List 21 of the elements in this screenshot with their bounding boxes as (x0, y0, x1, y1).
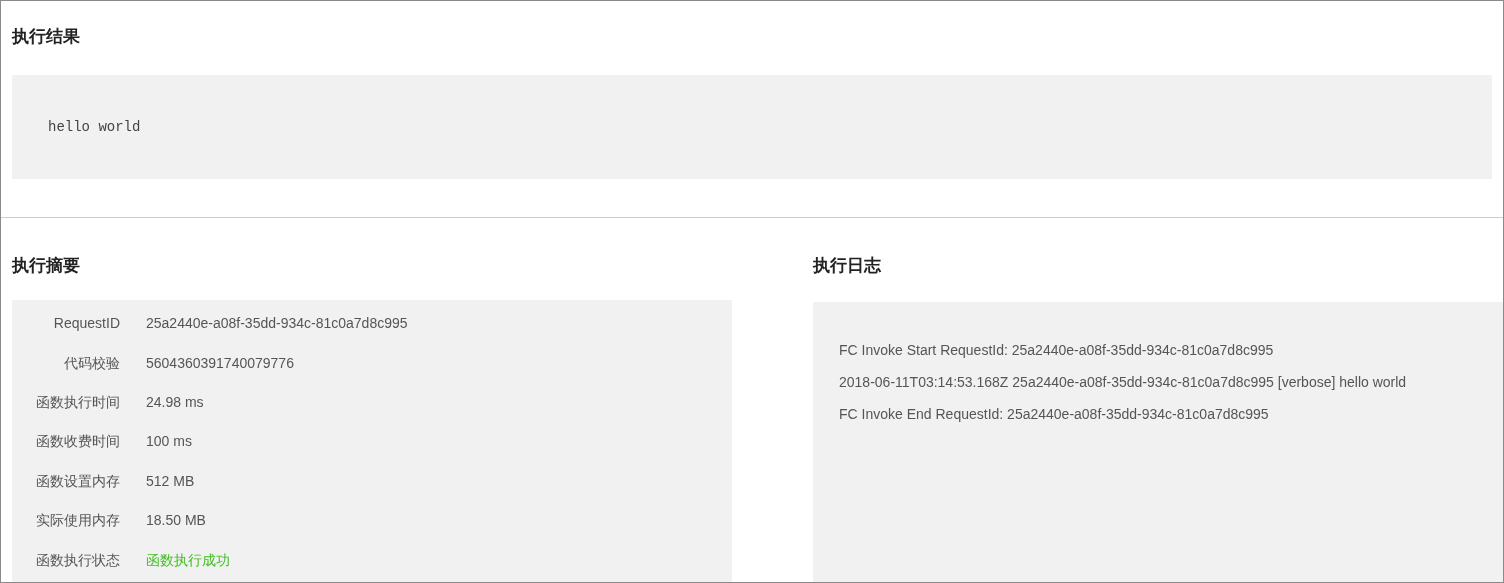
field-value: 512 MB (146, 471, 195, 491)
section-title: 执行结果 (12, 26, 81, 48)
field-value: 100 ms (146, 432, 192, 452)
field-value: 18.50 MB (146, 511, 206, 531)
log-line: FC Invoke End RequestId: 25a2440e-a08f-35dd-934c-81c0a7d8c995 (839, 405, 1270, 424)
field-label: 函数收费时间 (35, 432, 120, 452)
section-title: 执行日志 (813, 255, 882, 277)
field-value: 24.98 ms (146, 392, 204, 412)
section-title: 执行摘要 (12, 255, 81, 277)
field-label: 函数执行时间 (35, 392, 120, 412)
log-line: FC Invoke Start RequestId: 25a2440e-a08f-35dd-934c-81c0a7d8c995 (839, 341, 1275, 360)
field-value: 5604360391740079776 (146, 353, 294, 373)
field-label: 代码校验 (63, 353, 120, 373)
field-value: 25a2440e-a08f-35dd-934c-81c0a7d8c995 (146, 314, 408, 334)
field-label: RequestID (52, 314, 120, 334)
log-line: 2018-06-11T03:14:53.168Z 25a2440e-a08f-35dd-934c-81c0a7d8c995 [verbose] hello world (839, 373, 1408, 392)
output-text: hello world (48, 117, 141, 137)
field-label: 实际使用内存 (35, 511, 120, 531)
field-label: 函数执行状态 (35, 550, 120, 570)
field-value: 函数执行成功 (146, 550, 230, 570)
field-label: 函数设置内存 (35, 471, 120, 491)
